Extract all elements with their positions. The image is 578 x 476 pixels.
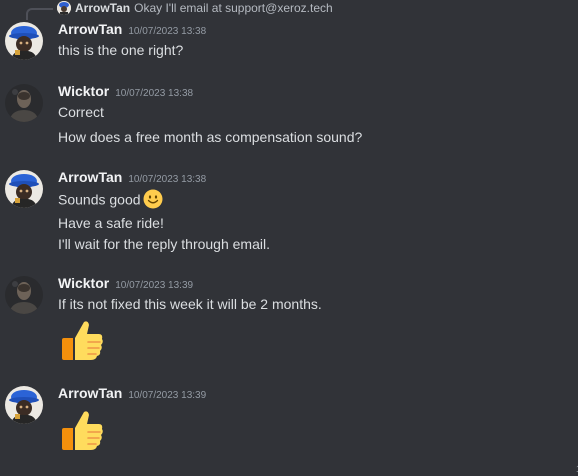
message-header: ArrowTan 10/07/2023 13:38 bbox=[58, 20, 206, 41]
username[interactable]: Wicktor bbox=[58, 275, 109, 291]
chat-message-list: ArrowTan Okay I'll email at support@xero… bbox=[0, 0, 578, 476]
timestamp[interactable]: 10/07/2023 13:39 bbox=[115, 280, 193, 291]
message-text: Have a safe ride! bbox=[58, 215, 164, 231]
message-header: Wicktor 10/07/2023 13:39 bbox=[58, 274, 193, 295]
reply-username[interactable]: ArrowTan bbox=[75, 1, 130, 15]
message-text: How does a free month as compensation so… bbox=[58, 129, 363, 145]
message-text: Sounds good bbox=[58, 191, 141, 208]
arrowtan-avatar[interactable] bbox=[5, 170, 43, 208]
thumbs-up-icon[interactable] bbox=[58, 406, 106, 459]
timestamp[interactable]: 10/07/2023 13:38 bbox=[115, 88, 193, 99]
message-text: this is the one right? bbox=[58, 42, 184, 58]
username[interactable]: ArrowTan bbox=[58, 385, 122, 401]
message-text: I'll wait for the reply through email. bbox=[58, 236, 270, 252]
timestamp[interactable]: 10/07/2023 13:39 bbox=[128, 390, 206, 401]
chat-message: ArrowTan 10/07/2023 13:39 bbox=[0, 384, 578, 476]
timestamp[interactable]: 10/07/2023 13:38 bbox=[128, 26, 206, 37]
chat-message: ArrowTan 10/07/2023 13:38 this is the one… bbox=[0, 20, 578, 64]
reply-text[interactable]: Okay I'll email at support@xeroz.tech bbox=[134, 1, 333, 15]
slightly-smiling-face-icon[interactable] bbox=[143, 189, 163, 213]
arrowtan-avatar[interactable] bbox=[5, 22, 43, 60]
username[interactable]: ArrowTan bbox=[58, 21, 122, 37]
timestamp[interactable]: 10/07/2023 13:38 bbox=[128, 174, 206, 185]
message-header: ArrowTan 10/07/2023 13:38 bbox=[58, 168, 206, 189]
username[interactable]: Wicktor bbox=[58, 83, 109, 99]
arrowtan-avatar[interactable] bbox=[5, 386, 43, 424]
message-line: Sounds good bbox=[58, 189, 163, 213]
username[interactable]: ArrowTan bbox=[58, 169, 122, 185]
reply-connector bbox=[26, 8, 53, 20]
chat-message: ArrowTan 10/07/2023 13:38 Sounds good Hav… bbox=[0, 168, 578, 258]
message-text: If its not fixed this week it will be 2 … bbox=[58, 296, 322, 312]
message-header: ArrowTan 10/07/2023 13:39 bbox=[58, 384, 206, 405]
user-avatar-icon[interactable] bbox=[57, 1, 71, 15]
message-text: Correct bbox=[58, 104, 104, 120]
wicktor-avatar[interactable] bbox=[5, 84, 43, 122]
chat-message: Wicktor 10/07/2023 13:38 Correct How does… bbox=[0, 82, 578, 152]
wicktor-avatar[interactable] bbox=[5, 276, 43, 314]
message-header: Wicktor 10/07/2023 13:38 bbox=[58, 82, 193, 103]
chat-message: Wicktor 10/07/2023 13:39 If its not fixed… bbox=[0, 274, 578, 370]
reply-preview[interactable]: ArrowTan Okay I'll email at support@xero… bbox=[57, 1, 333, 15]
thumbs-up-icon[interactable] bbox=[58, 316, 106, 369]
